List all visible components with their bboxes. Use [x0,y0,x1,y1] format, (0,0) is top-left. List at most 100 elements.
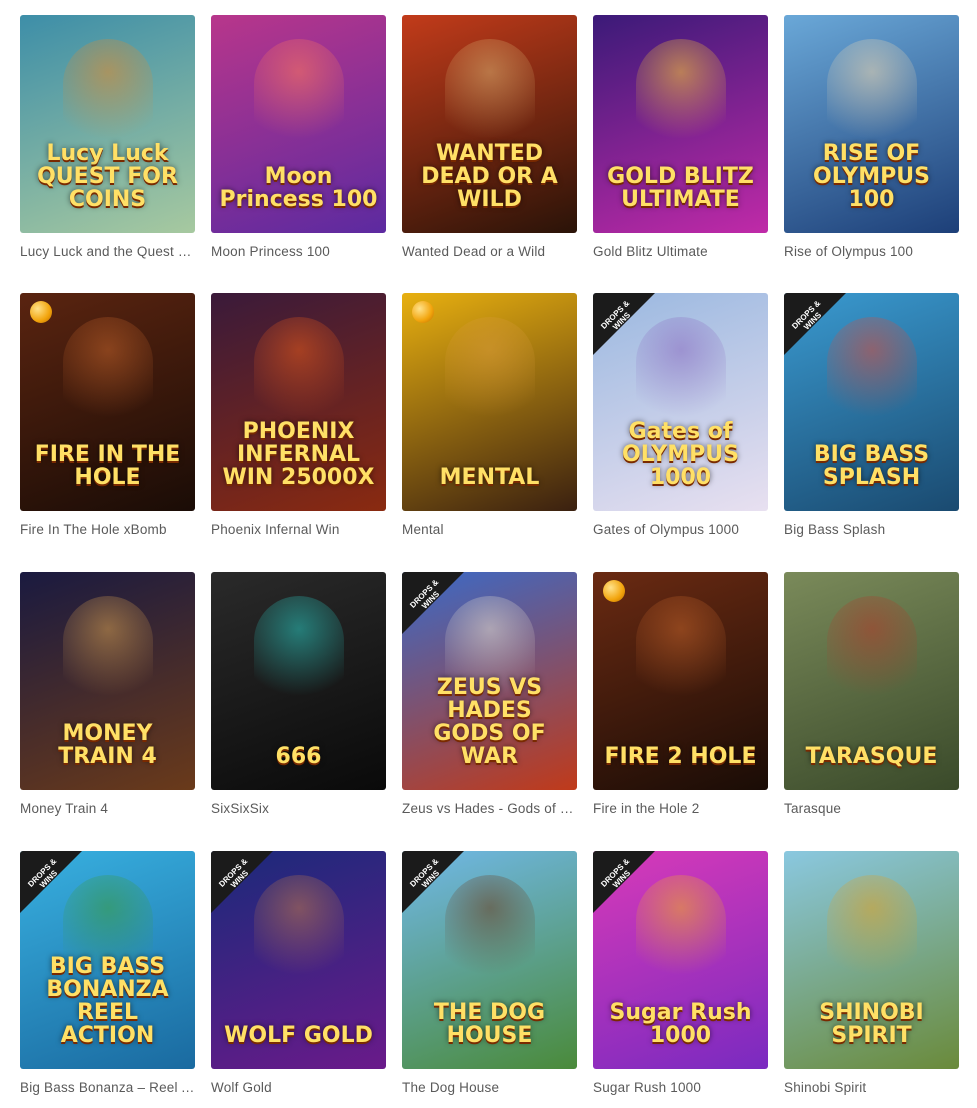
game-title[interactable]: Gold Blitz Ultimate [593,244,768,259]
game-title[interactable]: Shinobi Spirit [784,1080,959,1095]
game-logo: GOLD BLITZ ULTIMATE [607,163,754,212]
game-title[interactable]: Big Bass Bonanza – Reel Action [20,1080,195,1095]
game-card[interactable]: WOLF GOLD DROPS & WINS Wolf Gold [211,851,386,1095]
game-card[interactable]: TARASQUE Tarasque [784,572,959,816]
game-thumbnail[interactable]: MENTAL [402,293,577,511]
game-grid: Lucy Luck QUEST FOR COINS Lucy Luck and t… [0,0,977,1108]
game-character [444,39,535,149]
game-thumbnail[interactable]: THE DOG HOUSE DROPS & WINS [402,851,577,1069]
game-character [444,317,535,427]
game-title[interactable]: The Dog House [402,1080,577,1095]
game-title[interactable]: SixSixSix [211,801,386,816]
game-card[interactable]: FIRE 2 HOLE Fire in the Hole 2 [593,572,768,816]
game-logo: Sugar Rush 1000 [609,999,752,1048]
game-title[interactable]: Wolf Gold [211,1080,386,1095]
game-logo: BIG BASS BONANZA REEL ACTION [46,953,169,1048]
game-character [253,317,344,427]
game-card[interactable]: FIRE IN THE HOLE Fire In The Hole xBomb [20,293,195,537]
game-logo: TARASQUE [805,743,938,769]
game-thumbnail[interactable]: WANTED DEAD OR A WILD [402,15,577,233]
game-card[interactable]: Lucy Luck QUEST FOR COINS Lucy Luck and t… [20,15,195,259]
game-thumbnail[interactable]: ZEUS VS HADES GODS OF WAR DROPS & WINS [402,572,577,790]
game-logo: THE DOG HOUSE [433,999,546,1048]
game-logo: BIG BASS SPLASH [813,441,930,490]
game-character [253,596,344,706]
game-card[interactable]: MENTAL Mental [402,293,577,537]
game-title[interactable]: Lucy Luck and the Quest for Coins [20,244,195,259]
game-logo: MENTAL [439,464,540,490]
game-logo: 666 [275,743,322,769]
game-logo: WOLF GOLD [224,1022,373,1048]
game-logo: Moon Princess 100 [219,163,378,212]
drops-and-wins-label: DROPS & WINS [217,856,251,890]
coin-icon [30,301,52,323]
game-card[interactable]: Moon Princess 100 Moon Princess 100 [211,15,386,259]
game-character [62,317,153,427]
game-title[interactable]: Sugar Rush 1000 [593,1080,768,1095]
game-card[interactable]: Sugar Rush 1000 DROPS & WINS Sugar Rush 10… [593,851,768,1095]
game-thumbnail[interactable]: Sugar Rush 1000 DROPS & WINS [593,851,768,1069]
game-title[interactable]: Fire In The Hole xBomb [20,522,195,537]
game-title[interactable]: Gates of Olympus 1000 [593,522,768,537]
game-title[interactable]: Money Train 4 [20,801,195,816]
game-title[interactable]: Phoenix Infernal Win [211,522,386,537]
game-character [253,39,344,149]
coin-icon [603,580,625,602]
game-card[interactable]: Gates of OLYMPUS 1000 DROPS & WINS Gates o… [593,293,768,537]
game-title[interactable]: Zeus vs Hades - Gods of War [402,801,577,816]
game-thumbnail[interactable]: FIRE 2 HOLE [593,572,768,790]
game-character [826,39,917,149]
game-card[interactable]: THE DOG HOUSE DROPS & WINS The Dog House [402,851,577,1095]
game-card[interactable]: 666 SixSixSix [211,572,386,816]
drops-and-wins-label: DROPS & WINS [408,577,442,611]
game-character [826,596,917,706]
game-thumbnail[interactable]: GOLD BLITZ ULTIMATE [593,15,768,233]
drops-and-wins-badge: DROPS & WINS [593,293,655,355]
drops-and-wins-label: DROPS & WINS [790,298,824,332]
game-logo: RISE OF OLYMPUS 100 [813,140,930,212]
game-thumbnail[interactable]: RISE OF OLYMPUS 100 [784,15,959,233]
game-logo: PHOENIX INFERNAL WIN 25000X [222,418,375,490]
game-card[interactable]: RISE OF OLYMPUS 100 Rise of Olympus 100 [784,15,959,259]
game-character [62,596,153,706]
drops-and-wins-badge: DROPS & WINS [211,851,273,913]
game-thumbnail[interactable]: BIG BASS SPLASH DROPS & WINS [784,293,959,511]
game-title[interactable]: Fire in the Hole 2 [593,801,768,816]
coin-icon [412,301,434,323]
game-card[interactable]: BIG BASS BONANZA REEL ACTION DROPS & WINS… [20,851,195,1095]
game-thumbnail[interactable]: PHOENIX INFERNAL WIN 25000X [211,293,386,511]
game-card[interactable]: MONEY TRAIN 4 Money Train 4 [20,572,195,816]
game-title[interactable]: Wanted Dead or a Wild [402,244,577,259]
game-card[interactable]: GOLD BLITZ ULTIMATE Gold Blitz Ultimate [593,15,768,259]
game-title[interactable]: Rise of Olympus 100 [784,244,959,259]
game-thumbnail[interactable]: Lucy Luck QUEST FOR COINS [20,15,195,233]
drops-and-wins-badge: DROPS & WINS [20,851,82,913]
game-card[interactable]: SHINOBI SPIRIT Shinobi Spirit [784,851,959,1095]
game-title[interactable]: Moon Princess 100 [211,244,386,259]
game-logo: ZEUS VS HADES GODS OF WAR [433,674,546,769]
game-card[interactable]: BIG BASS SPLASH DROPS & WINS Big Bass Spla… [784,293,959,537]
game-thumbnail[interactable]: MONEY TRAIN 4 [20,572,195,790]
game-thumbnail[interactable]: SHINOBI SPIRIT [784,851,959,1069]
game-thumbnail[interactable]: WOLF GOLD DROPS & WINS [211,851,386,1069]
game-logo: SHINOBI SPIRIT [819,999,924,1048]
game-title[interactable]: Big Bass Splash [784,522,959,537]
game-thumbnail[interactable]: Moon Princess 100 [211,15,386,233]
game-character [635,596,726,706]
game-title[interactable]: Tarasque [784,801,959,816]
drops-and-wins-badge: DROPS & WINS [402,851,464,913]
game-logo: FIRE 2 HOLE [604,743,757,769]
game-logo: WANTED DEAD OR A WILD [421,140,558,212]
game-thumbnail[interactable]: BIG BASS BONANZA REEL ACTION DROPS & WINS [20,851,195,1069]
game-thumbnail[interactable]: 666 [211,572,386,790]
game-character [62,39,153,149]
drops-and-wins-label: DROPS & WINS [408,856,442,890]
game-thumbnail[interactable]: Gates of OLYMPUS 1000 DROPS & WINS [593,293,768,511]
game-card[interactable]: ZEUS VS HADES GODS OF WAR DROPS & WINS Zeu… [402,572,577,816]
drops-and-wins-label: DROPS & WINS [599,298,633,332]
game-thumbnail[interactable]: TARASQUE [784,572,959,790]
game-card[interactable]: PHOENIX INFERNAL WIN 25000X Phoenix Infer… [211,293,386,537]
game-card[interactable]: WANTED DEAD OR A WILD Wanted Dead or a Wi… [402,15,577,259]
game-title[interactable]: Mental [402,522,577,537]
game-thumbnail[interactable]: FIRE IN THE HOLE [20,293,195,511]
